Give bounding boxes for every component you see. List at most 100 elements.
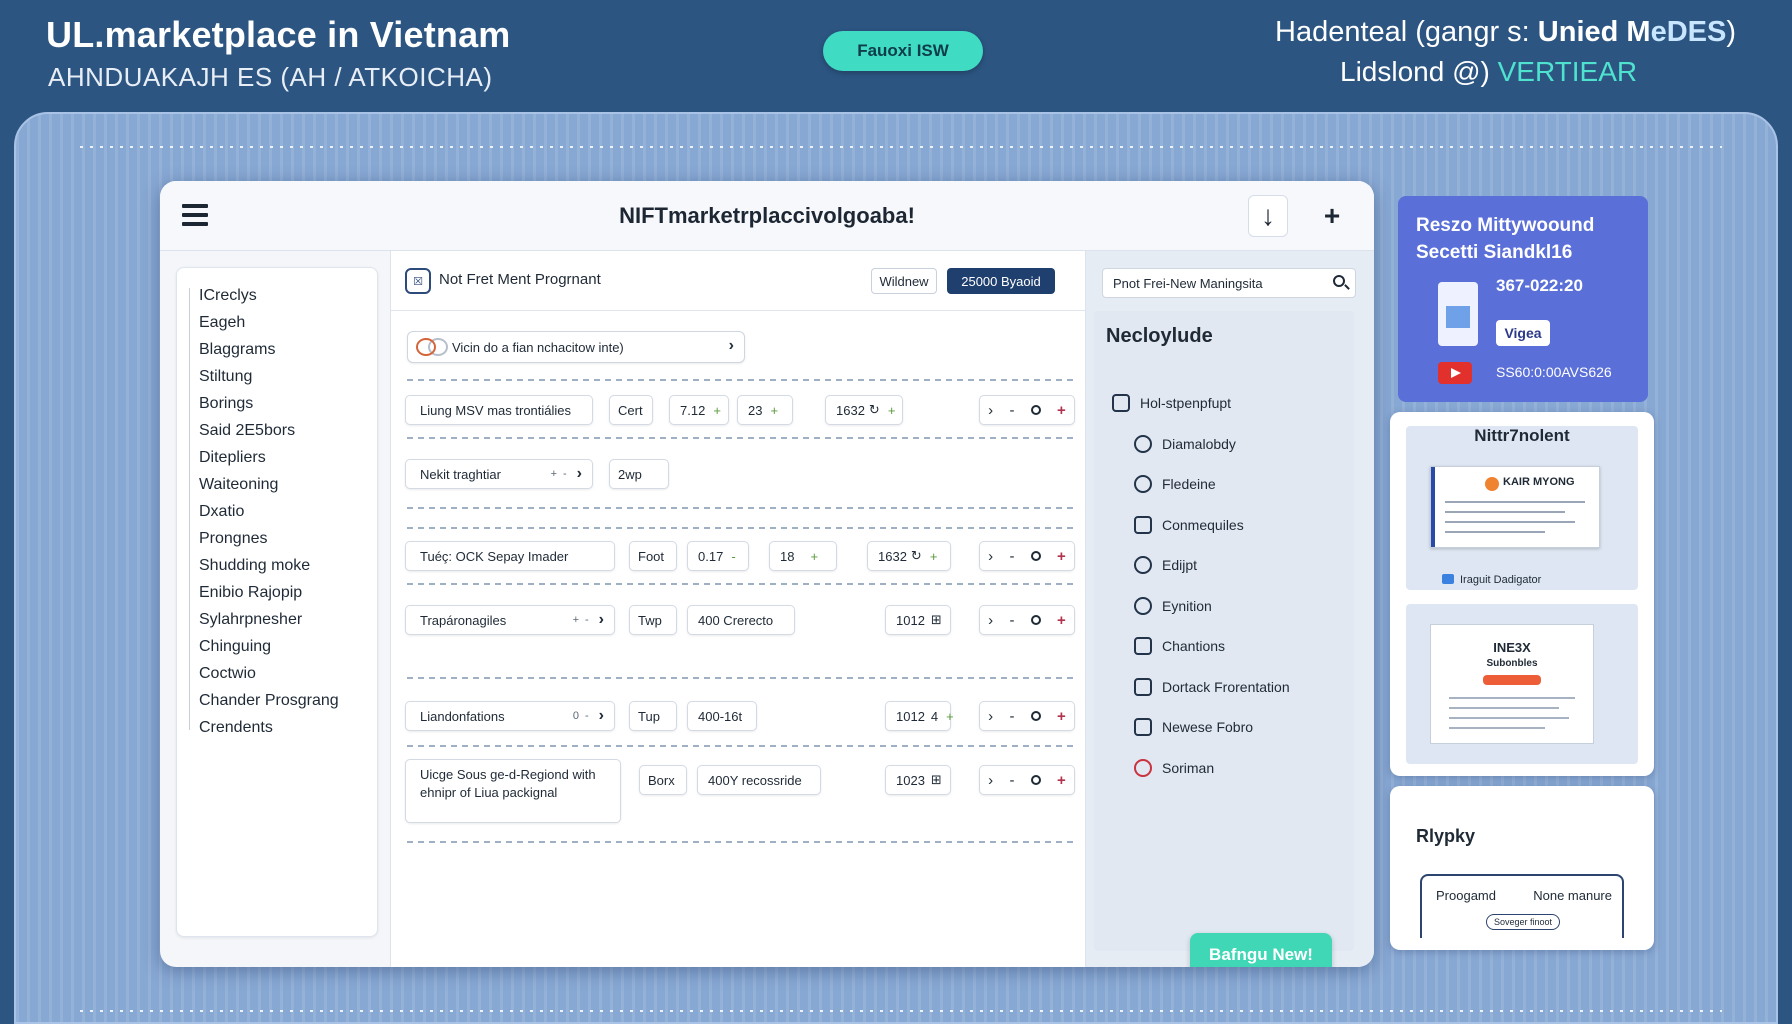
detail-item[interactable]: Hol-stpenpfupt (1112, 383, 1290, 424)
detail-item[interactable]: Dortack Frorentation (1112, 667, 1290, 708)
cta-button[interactable]: Bafngu New! (1190, 933, 1332, 967)
headphones-icon (1134, 758, 1152, 777)
detail-item[interactable]: Soriman (1112, 748, 1290, 789)
table-row-name[interactable]: Tuéç: OCK Sepay Imader (405, 541, 615, 571)
sidebar-item[interactable]: Eageh (199, 309, 339, 336)
row-stepper[interactable]: › - + (979, 765, 1075, 795)
users-icon (1134, 515, 1152, 534)
sidebar-item[interactable]: Dxatio (199, 498, 339, 525)
sidebar-item[interactable]: Prongnes (199, 525, 339, 552)
inbox-action-pill[interactable] (1483, 675, 1541, 685)
table-row-id[interactable]: 1632 ↻ + (825, 395, 903, 425)
detail-search-text: Pnot Frei-New Maningsita (1113, 276, 1263, 291)
plus-icon[interactable]: + (1057, 402, 1066, 419)
detail-item[interactable]: Eynition (1112, 586, 1290, 627)
nft-card[interactable]: Nittr7nolent KAIR MYONG Iraguit Dadigato… (1390, 412, 1654, 776)
table-row-type[interactable]: Borx (639, 765, 687, 795)
chevron-right-icon[interactable]: › (988, 612, 993, 629)
table-row-name[interactable]: Trapáronagiles + - › (405, 605, 615, 635)
table-row-name[interactable]: Nekit traghtiar + - › (405, 459, 593, 489)
table-row-type[interactable]: Twp (629, 605, 677, 635)
sidebar-item[interactable]: Stiltung (199, 363, 339, 390)
chevron-right-icon[interactable]: › (988, 548, 993, 565)
chevron-right-icon[interactable]: › (988, 772, 993, 789)
download-button[interactable]: ↓ (1248, 195, 1288, 237)
detail-item[interactable]: Newese Fobro (1112, 707, 1290, 748)
table-row-type[interactable]: Foot (629, 541, 677, 571)
sidebar-item[interactable]: Waiteoning (199, 471, 339, 498)
inbox-thumbnail[interactable]: INE3X Subonbles (1430, 624, 1594, 744)
row-stepper[interactable]: › - + (979, 605, 1075, 635)
table-row-name[interactable]: Uicge Sous ge-d-Regiond with ehnipr of L… (405, 759, 621, 823)
table-row-value[interactable]: 400Y recossride (697, 765, 821, 795)
dash-icon: - (1009, 547, 1015, 565)
sidebar-item[interactable]: Blaggrams (199, 336, 339, 363)
table-row-name[interactable]: Liandonfations 0- › (405, 701, 615, 731)
sidebar-item[interactable]: Ditepliers (199, 444, 339, 471)
replay-mini-button[interactable]: Soveger finoot (1486, 914, 1560, 930)
detail-item[interactable]: Conmequiles (1112, 505, 1290, 546)
row-stepper[interactable]: › - + (979, 701, 1075, 731)
sidebar-item[interactable]: Crendents (199, 714, 339, 741)
table-row-qty[interactable]: 18 + (769, 541, 837, 571)
table-row-qty[interactable]: 23 + (737, 395, 793, 425)
sidebar-item[interactable]: Shudding moke (199, 552, 339, 579)
header-pill-button[interactable]: Fauoxi ISW (823, 31, 983, 71)
table-row-id[interactable]: 1012 ⊞ (885, 605, 951, 635)
table-row-type[interactable]: Tup (629, 701, 677, 731)
detail-search-input[interactable]: Pnot Frei-New Maningsita (1102, 268, 1356, 298)
detail-item[interactable]: Diamalobdy (1112, 424, 1290, 465)
circle-icon[interactable] (1030, 775, 1041, 785)
circle-icon[interactable] (1030, 615, 1041, 625)
table-row-id[interactable]: 1012 4 + (885, 701, 954, 731)
table-row-value[interactable]: 0.17- (687, 541, 749, 571)
play-video-icon[interactable] (1438, 362, 1472, 384)
nft-document-thumbnail[interactable]: KAIR MYONG (1430, 466, 1600, 548)
replay-card[interactable]: Rlypky Proogamd None manure Soveger fino… (1390, 786, 1654, 950)
plus-icon: + (713, 402, 721, 418)
primary-amount-button[interactable]: 25000 Byaoid (947, 268, 1055, 294)
table-row-value[interactable]: 400-16t (687, 701, 757, 731)
sidebar-item[interactable]: Chinguing (199, 633, 339, 660)
detail-item-label: Conmequiles (1162, 516, 1244, 533)
plus-icon[interactable]: + (1057, 708, 1066, 725)
nft-card-title: Nittr7nolent (1474, 426, 1570, 445)
sidebar-item[interactable]: Said 2E5bors (199, 417, 339, 444)
add-button[interactable]: + (1312, 195, 1352, 237)
table-row-name[interactable]: Liung MSV mas trontiálies (405, 395, 593, 425)
detail-item[interactable]: Chantions (1112, 626, 1290, 667)
row-divider (407, 437, 1075, 439)
window-toggle-button[interactable]: Wildnew (871, 268, 937, 294)
table-row-id[interactable]: 1632 ↻ + (867, 541, 951, 571)
sync-icon: ↻ (910, 548, 922, 563)
row-stepper[interactable]: › - + (979, 395, 1075, 425)
plus-icon[interactable]: + (1057, 772, 1066, 789)
promo-card[interactable]: Reszo Mittywoound Secetti Siandkl16 367-… (1398, 196, 1648, 402)
detail-item[interactable]: Fledeine (1112, 464, 1290, 505)
sidebar-item[interactable]: Coctwio (199, 660, 339, 687)
circle-icon[interactable] (1030, 551, 1041, 561)
search-icon[interactable] (1333, 275, 1345, 287)
table-row-id[interactable]: 1023 ⊞ (885, 765, 951, 795)
circle-icon[interactable] (1030, 405, 1041, 415)
table-row-value[interactable]: 400 Crerecto (687, 605, 795, 635)
filter-dropdown[interactable]: Vicin do a fian nchacitow inte) › (407, 331, 745, 363)
plus-icon[interactable]: + (1057, 612, 1066, 629)
table-row-type[interactable]: 2wp (609, 459, 669, 489)
sidebar-item[interactable]: Borings (199, 390, 339, 417)
chevron-right-icon[interactable]: › (988, 402, 993, 419)
table-row-value[interactable]: 7.12 + (669, 395, 729, 425)
detail-item[interactable]: Edijpt (1112, 545, 1290, 586)
promo-tag-button[interactable]: Vigea (1496, 320, 1550, 346)
circle-icon[interactable] (1030, 711, 1041, 721)
sidebar-item[interactable]: Chander Prosgrang (199, 687, 339, 714)
chevron-right-icon[interactable]: › (988, 708, 993, 725)
sidebar-item[interactable]: ICreclys (199, 282, 339, 309)
table-row-type[interactable]: Cert (609, 395, 653, 425)
plus-icon[interactable]: + (1057, 548, 1066, 565)
sidebar-item[interactable]: Sylahrpnesher (199, 606, 339, 633)
row-stepper[interactable]: › - + (979, 541, 1075, 571)
sidebar-item[interactable]: Enibio Rajopip (199, 579, 339, 606)
text-line (1445, 531, 1545, 533)
diamond-icon (1134, 434, 1152, 453)
